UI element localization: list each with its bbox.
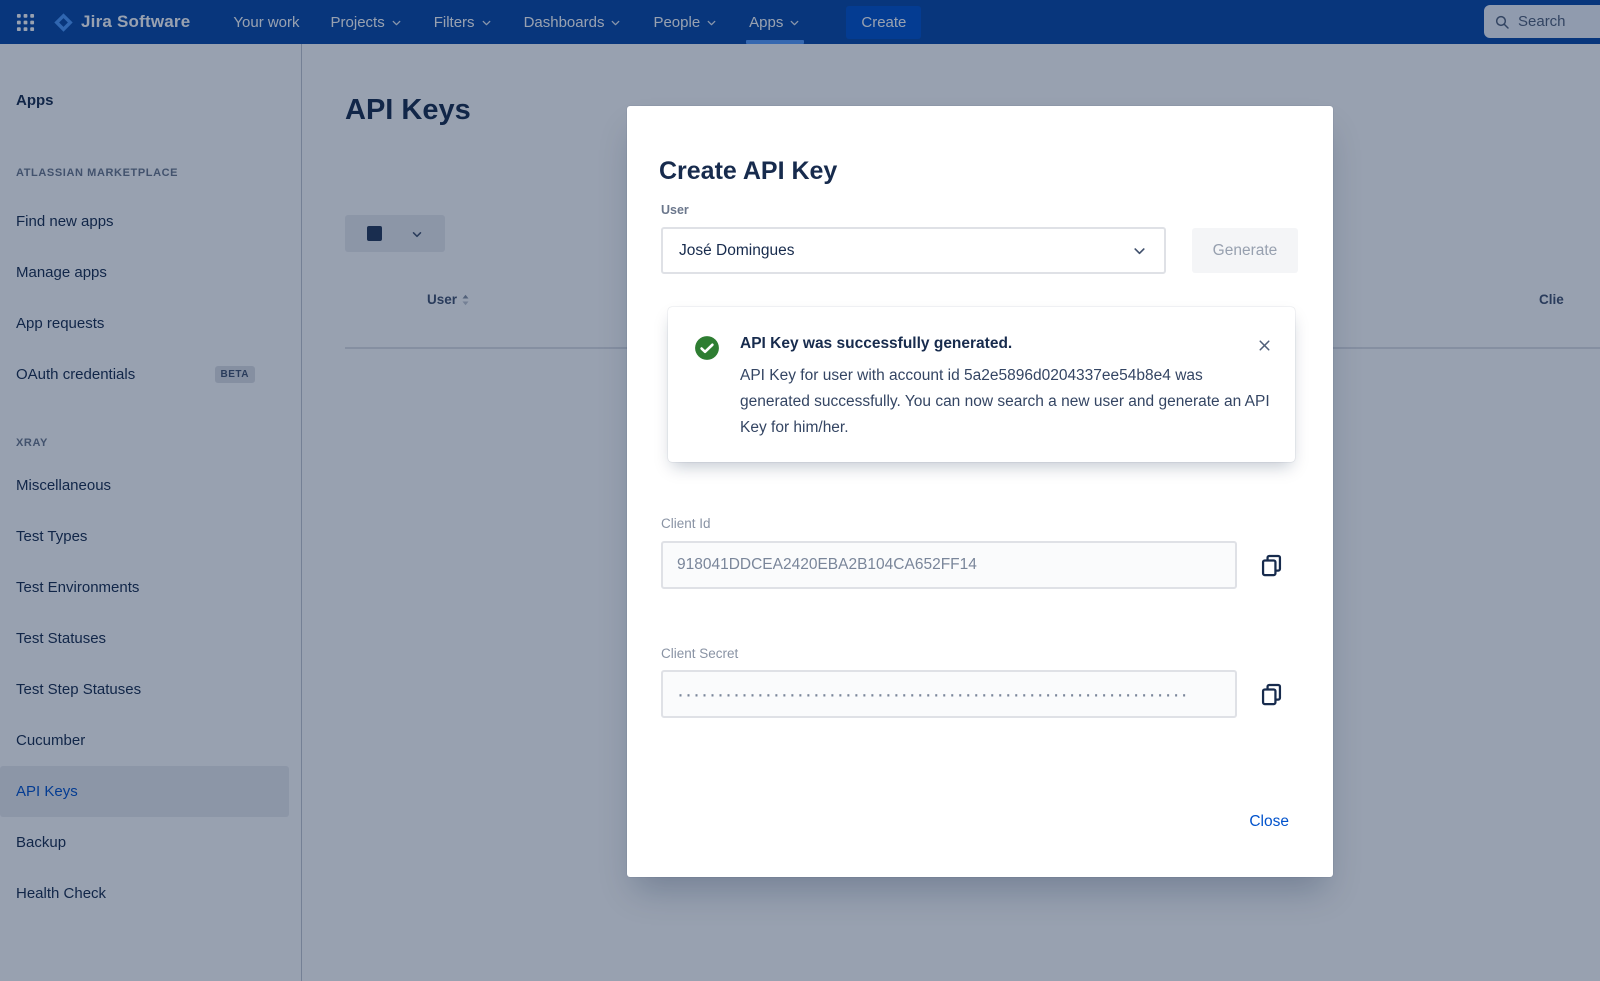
flag-text: API Key was successfully generated. API …: [740, 335, 1271, 441]
create-api-key-modal: Create API Key User José Domingues Gener…: [627, 106, 1333, 877]
modal-title: Create API Key: [659, 157, 837, 186]
user-select-value: José Domingues: [679, 242, 794, 260]
close-flag-icon[interactable]: [1256, 337, 1273, 354]
client-id-input[interactable]: [661, 541, 1237, 589]
user-label: User: [661, 203, 689, 217]
flag-body: API Key for user with account id 5a2e589…: [740, 363, 1271, 441]
copy-client-id-button[interactable]: [1253, 547, 1289, 583]
copy-client-secret-button[interactable]: [1253, 676, 1289, 712]
page: Jira Software Your work Projects Filters…: [0, 0, 1600, 981]
client-id-label: Client Id: [661, 516, 711, 531]
success-check-icon: [694, 335, 720, 361]
close-button[interactable]: Close: [1249, 813, 1289, 831]
generate-button[interactable]: Generate: [1192, 228, 1298, 273]
flag-title: API Key was successfully generated.: [740, 335, 1271, 353]
user-select[interactable]: José Domingues: [661, 227, 1166, 274]
client-secret-label: Client Secret: [661, 646, 738, 661]
success-flag: API Key was successfully generated. API …: [668, 307, 1295, 462]
chevron-down-icon: [1131, 242, 1148, 259]
client-secret-input[interactable]: [661, 670, 1237, 718]
